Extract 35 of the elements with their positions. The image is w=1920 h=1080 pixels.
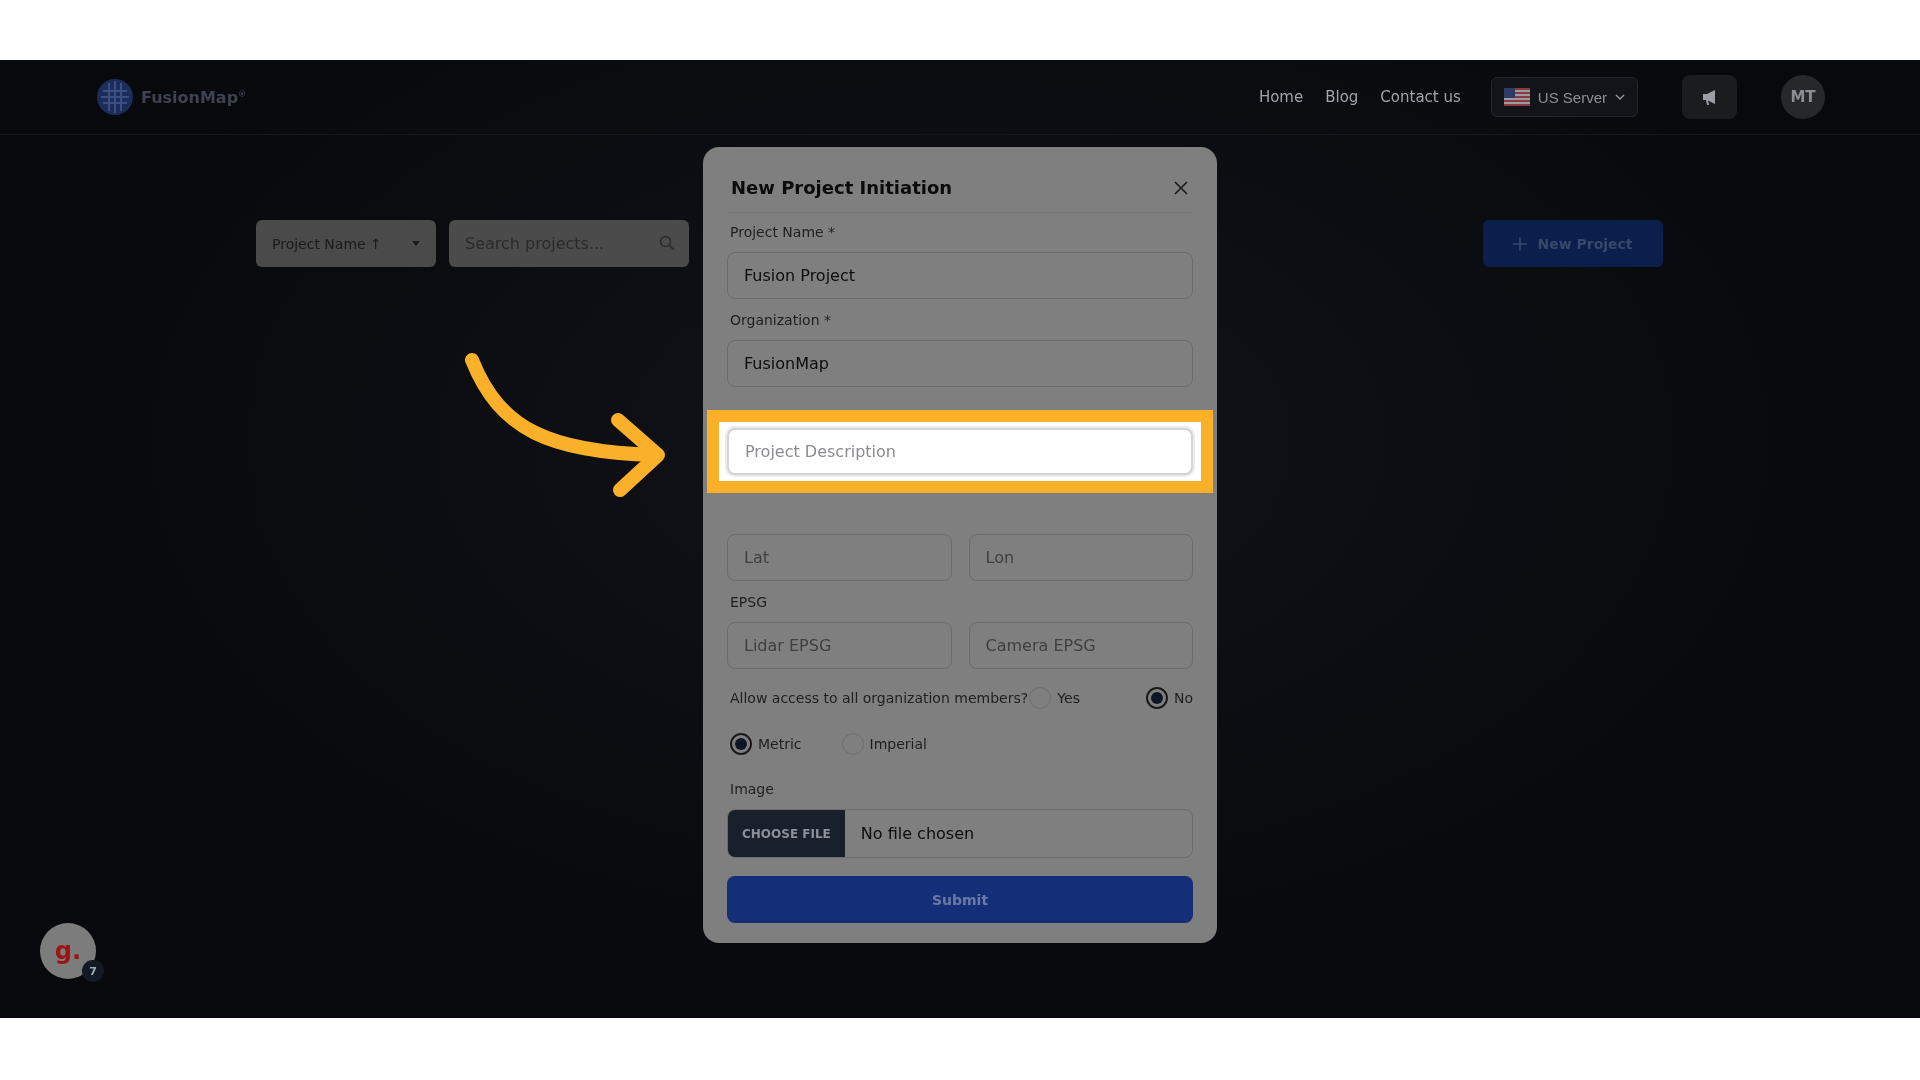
submit-button[interactable]: Submit [727, 876, 1193, 923]
text-field[interactable]: Camera EPSG [968, 622, 1193, 669]
chevron-down-icon [1615, 94, 1625, 100]
radio-option[interactable]: Metric [730, 733, 802, 755]
nav-link[interactable]: Blog [1325, 88, 1359, 106]
text-field[interactable]: Lidar EPSG [727, 622, 952, 669]
modal-title: New Project Initiation [731, 177, 953, 198]
flag-icon [1503, 88, 1530, 106]
close-icon [1173, 179, 1189, 196]
radio-option[interactable]: No [1145, 687, 1193, 709]
radio-option[interactable]: Yes [1029, 687, 1080, 709]
nav-link[interactable]: Home [1258, 88, 1304, 106]
close-button[interactable] [1173, 179, 1189, 196]
file-status: No file chosen [859, 823, 975, 845]
file-input[interactable]: CHOOSE FILE No file chosen [727, 809, 1193, 858]
field-label: Project Name * [730, 223, 837, 242]
announcement-button[interactable] [1682, 75, 1737, 119]
field-label: EPSG [730, 593, 769, 612]
nav-link[interactable]: Contact us [1380, 88, 1461, 106]
notification-badge: 7 [82, 960, 104, 982]
text-field[interactable]: Lon [968, 534, 1193, 581]
question-text: Allow access to all organization members? [730, 690, 1030, 706]
text-field[interactable]: Lat [727, 534, 952, 581]
field-label: Organization * [730, 311, 832, 330]
field-label: Image [730, 780, 775, 799]
text-field[interactable]: Fusion Project [727, 252, 1193, 299]
logo-text: FusionMap$^{®}$ [141, 87, 247, 107]
caret-icon [412, 241, 420, 246]
text-field[interactable]: FusionMap [727, 340, 1193, 387]
choose-file-button[interactable]: CHOOSE FILE [728, 810, 845, 857]
radio-option[interactable]: Imperial [841, 733, 927, 755]
plus-icon [1513, 236, 1528, 251]
server-dropdown[interactable]: US Server [1490, 77, 1638, 117]
search-icon [659, 235, 675, 251]
user-avatar[interactable]: MT [1781, 75, 1825, 119]
